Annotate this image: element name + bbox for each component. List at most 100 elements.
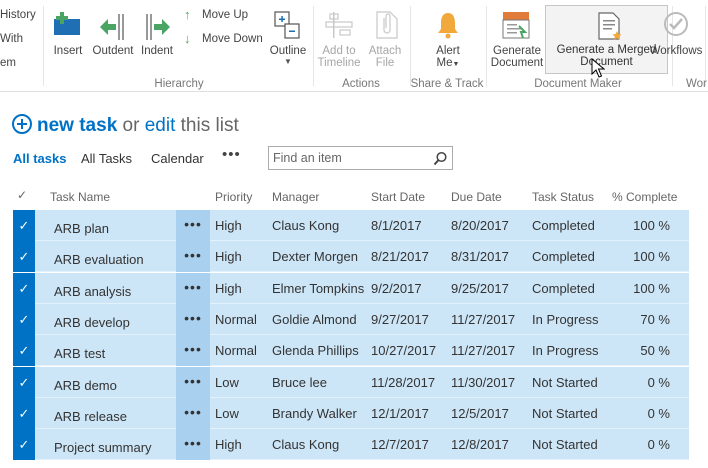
row-select-checkbox[interactable]: ✓ <box>13 397 35 429</box>
search-icon[interactable] <box>433 151 448 166</box>
task-name-link[interactable]: ARB demo <box>54 370 117 401</box>
indent-button[interactable]: Indent <box>138 8 176 58</box>
table-row[interactable]: ✓ Project summary ••• High Claus Kong 12/7/20… <box>0 429 708 463</box>
ribbon-separator <box>705 6 706 86</box>
row-select-checkbox[interactable]: ✓ <box>13 366 35 398</box>
arrow-down-icon: ↓ <box>184 31 191 46</box>
cell-status: Not Started <box>532 374 598 390</box>
cell-priority: Normal <box>215 311 257 327</box>
cell-status: Not Started <box>532 405 598 421</box>
alert-me-dropdown[interactable]: Alert Me▼ <box>426 8 470 70</box>
cell-priority: High <box>215 280 242 296</box>
cell-percent-complete: 0 % <box>647 437 670 453</box>
table-row[interactable]: ✓ ARB release ••• Low Brandy Walker 12/1/2017… <box>0 397 708 432</box>
header-due-date[interactable]: Due Date <box>451 190 502 204</box>
table-row[interactable]: ✓ ARB plan ••• High Claus Kong 8/1/2017 8/20/2… <box>0 210 708 241</box>
cell-start: 8/1/2017 <box>371 218 422 233</box>
task-name-link[interactable]: Project summary <box>54 432 152 463</box>
task-name-link[interactable]: ARB evaluation <box>54 244 144 275</box>
move-up-button[interactable]: ↑ Move Up <box>184 7 264 24</box>
cell-manager: Glenda Phillips <box>272 343 359 359</box>
header-task-status[interactable]: Task Status <box>532 190 594 204</box>
cell-manager: Claus Kong <box>272 437 340 453</box>
insert-button[interactable]: Insert <box>48 8 88 58</box>
task-name-link[interactable]: ARB plan <box>54 213 109 244</box>
ribbon: History With em Insert Outdent Indent ↑ … <box>0 0 708 92</box>
attach-file-icon <box>376 11 398 39</box>
more-views-button[interactable]: ••• <box>222 146 241 163</box>
item-menu-button[interactable]: ••• <box>176 210 210 241</box>
cell-due: 12/5/2017 <box>451 405 509 421</box>
cell-priority: Low <box>215 374 239 390</box>
row-select-checkbox[interactable]: ✓ <box>13 303 35 335</box>
delete-item-button[interactable]: em <box>0 57 16 69</box>
cell-due: 11/30/2017 <box>451 374 516 390</box>
table-row[interactable]: ✓ ARB demo ••• Low Bruce lee 11/28/2017 11/30/… <box>0 366 708 401</box>
header-start-date[interactable]: Start Date <box>371 190 425 204</box>
new-task-link[interactable]: new task <box>37 115 117 136</box>
ribbon-separator <box>410 6 411 86</box>
cell-status: Completed <box>532 280 595 296</box>
bell-icon <box>438 13 458 39</box>
indent-arrow-icon <box>146 14 170 40</box>
cell-percent-complete: 100 % <box>633 280 670 296</box>
edit-list-link[interactable]: edit <box>145 115 176 136</box>
row-select-checkbox[interactable]: ✓ <box>13 210 35 241</box>
item-menu-button[interactable]: ••• <box>176 366 210 398</box>
header-priority[interactable]: Priority <box>215 190 252 204</box>
view-calendar[interactable]: Calendar <box>151 151 204 166</box>
chevron-down-icon: ▼ <box>452 61 460 68</box>
row-select-checkbox[interactable]: ✓ <box>13 429 35 461</box>
version-history-button[interactable]: History <box>0 9 36 21</box>
item-menu-button[interactable]: ••• <box>176 241 210 273</box>
row-select-checkbox[interactable]: ✓ <box>13 335 35 367</box>
cell-start: 12/1/2017 <box>371 405 429 421</box>
cell-priority: Normal <box>215 343 257 359</box>
item-menu-button[interactable]: ••• <box>176 429 210 461</box>
search-input[interactable] <box>273 150 423 166</box>
task-name-link[interactable]: ARB analysis <box>54 276 131 307</box>
cell-status: Completed <box>532 249 595 265</box>
cell-status: Not Started <box>532 437 598 453</box>
cell-manager: Elmer Tompkins <box>272 280 365 296</box>
attach-file-button[interactable]: Attach File <box>364 8 406 69</box>
generate-document-button[interactable]: Generate Document <box>490 8 544 70</box>
cell-status: In Progress <box>532 343 599 359</box>
table-row[interactable]: ✓ ARB analysis ••• High Elmer Tompkins 9/2/20… <box>0 272 708 307</box>
cell-due: 11/27/2017 <box>451 311 516 327</box>
table-row[interactable]: ✓ ARB evaluation ••• High Dexter Morgen 8/21/… <box>0 241 708 275</box>
task-name-link[interactable]: ARB release <box>54 401 127 432</box>
table-row[interactable]: ✓ ARB develop ••• Normal Goldie Almond 9/27/2… <box>0 303 708 338</box>
select-all-checkbox[interactable]: ✓ <box>17 188 27 202</box>
cell-manager: Bruce lee <box>272 374 327 390</box>
shared-with-button[interactable]: With <box>0 33 23 45</box>
cell-priority: High <box>215 437 242 453</box>
item-menu-button[interactable]: ••• <box>176 397 210 429</box>
cell-priority: High <box>215 249 242 265</box>
add-to-timeline-button[interactable]: Add to Timeline <box>316 8 362 69</box>
cell-priority: Low <box>215 405 239 421</box>
header-percent-complete[interactable]: % Complete <box>612 190 677 204</box>
task-name-link[interactable]: ARB test <box>54 338 105 369</box>
cell-due: 8/31/2017 <box>451 249 509 265</box>
table-row[interactable]: ✓ ARB test ••• Normal Glenda Phillips 10/27/2… <box>0 335 708 369</box>
header-task-name[interactable]: Task Name <box>50 190 110 204</box>
move-down-button[interactable]: ↓ Move Down <box>184 31 264 48</box>
cell-percent-complete: 100 % <box>633 218 670 233</box>
add-icon[interactable] <box>12 114 32 134</box>
task-name-link[interactable]: ARB develop <box>54 307 130 338</box>
timeline-icon <box>325 12 353 38</box>
cell-due: 12/8/2017 <box>451 437 509 453</box>
outline-dropdown[interactable]: Outline ▼ <box>268 8 308 70</box>
view-all-tasks[interactable]: All Tasks <box>81 151 132 166</box>
item-menu-button[interactable]: ••• <box>176 272 210 304</box>
header-manager[interactable]: Manager <box>272 190 319 204</box>
item-menu-button[interactable]: ••• <box>176 335 210 367</box>
row-select-checkbox[interactable]: ✓ <box>13 272 35 304</box>
mouse-cursor-icon <box>591 58 605 78</box>
workflows-button[interactable]: Workflows <box>648 8 704 58</box>
view-all-tasks-current[interactable]: All tasks <box>13 151 66 166</box>
item-menu-button[interactable]: ••• <box>176 303 210 335</box>
row-select-checkbox[interactable]: ✓ <box>13 241 35 273</box>
outdent-button[interactable]: Outdent <box>90 8 136 58</box>
